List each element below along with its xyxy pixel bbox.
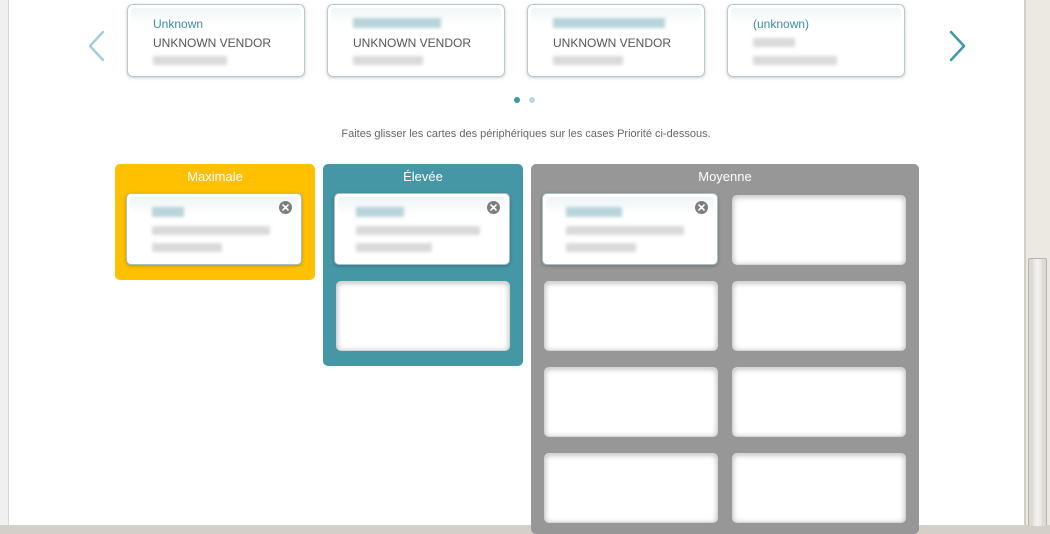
drag-instruction: Faites glisser les cartes des périphériq… [341, 128, 711, 140]
device-vendor: UNKNOWN VENDOR [153, 36, 272, 50]
carousel-prev-button[interactable] [84, 28, 108, 64]
assigned-device-card[interactable] [542, 193, 718, 265]
close-icon [490, 204, 497, 211]
device-vendor: UNKNOWN VENDOR [553, 36, 672, 50]
device-card[interactable]: (unknown) [727, 4, 905, 77]
empty-priority-slot[interactable] [544, 367, 718, 437]
empty-priority-slot[interactable] [732, 453, 906, 523]
redacted-device-name [356, 207, 404, 217]
panel-title: Moyenne [698, 169, 752, 184]
redacted-device-name [152, 207, 184, 217]
empty-priority-slot[interactable] [732, 367, 906, 437]
device-card[interactable]: UNKNOWN VENDOR [527, 4, 705, 77]
panel-title: Maximale [187, 169, 243, 184]
device-vendor: UNKNOWN VENDOR [353, 36, 472, 50]
priority-max-panel: Maximale [115, 164, 315, 280]
redacted-vendor [356, 226, 480, 235]
priority-medium-panel: Moyenne [531, 164, 919, 534]
empty-priority-slot[interactable] [336, 281, 510, 351]
remove-device-button[interactable] [487, 201, 500, 214]
device-card[interactable]: Unknown UNKNOWN VENDOR [127, 4, 305, 77]
redacted-device-name [553, 18, 665, 28]
redacted-address [356, 243, 432, 252]
close-icon [282, 204, 289, 211]
redacted-address [566, 243, 636, 252]
redacted-device-name [353, 18, 441, 28]
close-icon [698, 204, 705, 211]
device-name: (unknown) [753, 17, 810, 31]
priority-high-panel: Élevée [323, 164, 523, 366]
assigned-device-card[interactable] [126, 193, 302, 265]
empty-priority-slot[interactable] [732, 281, 906, 351]
device-name: Unknown [153, 17, 204, 31]
redacted-address [753, 56, 837, 65]
window-frame-left [0, 0, 9, 525]
empty-priority-slot[interactable] [544, 453, 718, 523]
remove-device-button[interactable] [279, 201, 292, 214]
redacted-vendor [152, 226, 270, 235]
empty-priority-slot[interactable] [732, 195, 906, 265]
panel-title: Élevée [403, 169, 443, 184]
redacted-address [152, 243, 222, 252]
empty-priority-slot[interactable] [544, 281, 718, 351]
page-dot-active[interactable] [514, 97, 520, 103]
assigned-device-card[interactable] [334, 193, 510, 265]
vertical-scrollbar[interactable] [1025, 0, 1050, 526]
device-card[interactable]: UNKNOWN VENDOR [327, 4, 505, 77]
scrollbar-thumb[interactable] [1028, 258, 1047, 526]
page-dot[interactable] [529, 97, 535, 103]
page-content: Unknown UNKNOWN VENDOR UNKNOWN VENDOR UN… [9, 0, 1024, 534]
redacted-device-name [566, 207, 622, 217]
redacted-vendor [566, 226, 684, 235]
chevron-left-icon [88, 30, 105, 62]
redacted-vendor [753, 38, 795, 47]
chevron-right-icon [949, 30, 966, 62]
redacted-address [353, 56, 423, 65]
redacted-address [553, 56, 623, 65]
carousel-next-button[interactable] [946, 28, 970, 64]
redacted-address [153, 56, 227, 65]
remove-device-button[interactable] [695, 201, 708, 214]
